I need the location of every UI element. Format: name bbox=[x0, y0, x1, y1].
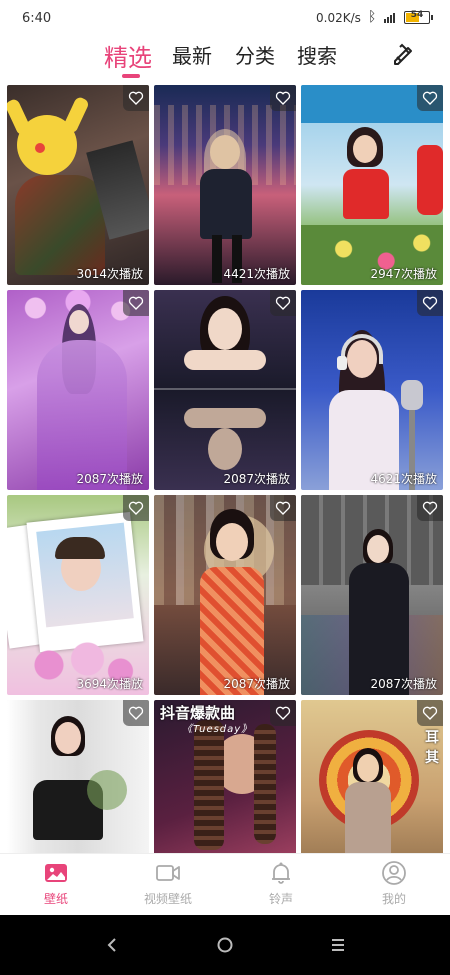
play-count: 4421次播放 bbox=[223, 267, 290, 281]
nav-profile[interactable]: 我的 bbox=[344, 860, 444, 907]
tab-latest[interactable]: 最新 bbox=[172, 40, 212, 69]
wallpaper-card[interactable]: 4621次播放 bbox=[301, 290, 443, 490]
signal-icon bbox=[384, 13, 395, 23]
nav-wallpaper-label: 壁纸 bbox=[43, 892, 68, 906]
favorite-button[interactable] bbox=[270, 495, 296, 521]
heart-icon bbox=[128, 706, 144, 720]
wallpaper-card[interactable]: 耳其 bbox=[301, 700, 443, 853]
system-navigation-bar bbox=[0, 915, 450, 975]
favorite-button[interactable] bbox=[123, 85, 149, 111]
nav-wallpaper[interactable]: 壁纸 bbox=[6, 860, 106, 907]
favorite-button[interactable] bbox=[270, 85, 296, 111]
image-icon bbox=[45, 864, 67, 882]
tab-search[interactable]: 搜索 bbox=[297, 40, 337, 69]
nav-profile-label: 我的 bbox=[381, 892, 406, 906]
home-icon[interactable] bbox=[215, 935, 235, 955]
wallpaper-card[interactable]: 4421次播放 bbox=[154, 85, 296, 285]
favorite-button[interactable] bbox=[270, 290, 296, 316]
wallpaper-card[interactable] bbox=[7, 700, 149, 853]
nav-video-wallpaper-label: 视频壁纸 bbox=[143, 892, 192, 906]
heart-icon bbox=[275, 296, 291, 310]
overlay-side-text: 耳其 bbox=[425, 730, 439, 766]
top-tabs: 精选 最新 分类 搜索 bbox=[0, 38, 450, 82]
status-time: 6:40 bbox=[22, 11, 52, 26]
wallpaper-card[interactable]: 2087次播放 bbox=[7, 290, 149, 490]
battery-level: 54 bbox=[410, 10, 424, 20]
overlay-subtitle: 《Tuesday》 bbox=[182, 724, 253, 735]
bottom-nav: 壁纸 视频壁纸 铃声 我的 bbox=[0, 853, 450, 915]
wallpaper-grid: 3014次播放 4421次播放 2947次播放 2087次播放 2087次播放 … bbox=[7, 85, 443, 853]
bluetooth-icon: ᛒ bbox=[368, 9, 377, 25]
favorite-button[interactable] bbox=[123, 700, 149, 726]
heart-icon bbox=[422, 706, 438, 720]
favorite-button[interactable] bbox=[123, 495, 149, 521]
heart-icon bbox=[128, 501, 144, 515]
edit-icon[interactable] bbox=[390, 42, 416, 68]
heart-icon bbox=[128, 296, 144, 310]
heart-icon bbox=[422, 501, 438, 515]
tab-categories[interactable]: 分类 bbox=[235, 40, 275, 69]
favorite-button[interactable] bbox=[123, 290, 149, 316]
heart-icon bbox=[275, 91, 291, 105]
status-bar: 6:40 0.02K/s ᛒ 54 bbox=[0, 0, 450, 38]
play-count: 2947次播放 bbox=[370, 267, 437, 281]
heart-icon bbox=[422, 91, 438, 105]
play-count: 2087次播放 bbox=[370, 677, 437, 691]
nav-video-wallpaper[interactable]: 视频壁纸 bbox=[118, 860, 218, 907]
favorite-button[interactable] bbox=[417, 495, 443, 521]
bell-icon bbox=[272, 862, 290, 884]
favorite-button[interactable] bbox=[417, 290, 443, 316]
heart-icon bbox=[128, 91, 144, 105]
network-speed: 0.02K/s bbox=[316, 11, 361, 25]
wallpaper-card[interactable]: 3694次播放 bbox=[7, 495, 149, 695]
battery-icon: 54 bbox=[404, 10, 433, 24]
video-icon bbox=[156, 865, 180, 881]
heart-icon bbox=[275, 706, 291, 720]
play-count: 4621次播放 bbox=[370, 472, 437, 486]
nav-ringtone[interactable]: 铃声 bbox=[231, 860, 331, 907]
play-count: 2087次播放 bbox=[76, 472, 143, 486]
favorite-button[interactable] bbox=[417, 85, 443, 111]
user-icon bbox=[382, 861, 406, 885]
wallpaper-card[interactable]: 2947次播放 bbox=[301, 85, 443, 285]
wallpaper-card[interactable]: 抖音爆款曲 《Tuesday》 bbox=[154, 700, 296, 853]
play-count: 2087次播放 bbox=[223, 472, 290, 486]
heart-icon bbox=[275, 501, 291, 515]
menu-icon[interactable] bbox=[328, 935, 348, 955]
nav-ringtone-label: 铃声 bbox=[268, 892, 293, 906]
favorite-button[interactable] bbox=[270, 700, 296, 726]
play-count: 2087次播放 bbox=[223, 677, 290, 691]
wallpaper-card[interactable]: 2087次播放 bbox=[154, 495, 296, 695]
favorite-button[interactable] bbox=[417, 700, 443, 726]
play-count: 3014次播放 bbox=[76, 267, 143, 281]
back-icon[interactable] bbox=[102, 935, 122, 955]
wallpaper-card[interactable]: 2087次播放 bbox=[301, 495, 443, 695]
heart-icon bbox=[422, 296, 438, 310]
tab-featured[interactable]: 精选 bbox=[104, 38, 152, 73]
play-count: 3694次播放 bbox=[76, 677, 143, 691]
active-tab-indicator bbox=[122, 74, 140, 78]
wallpaper-card[interactable]: 3014次播放 bbox=[7, 85, 149, 285]
wallpaper-card[interactable]: 2087次播放 bbox=[154, 290, 296, 490]
